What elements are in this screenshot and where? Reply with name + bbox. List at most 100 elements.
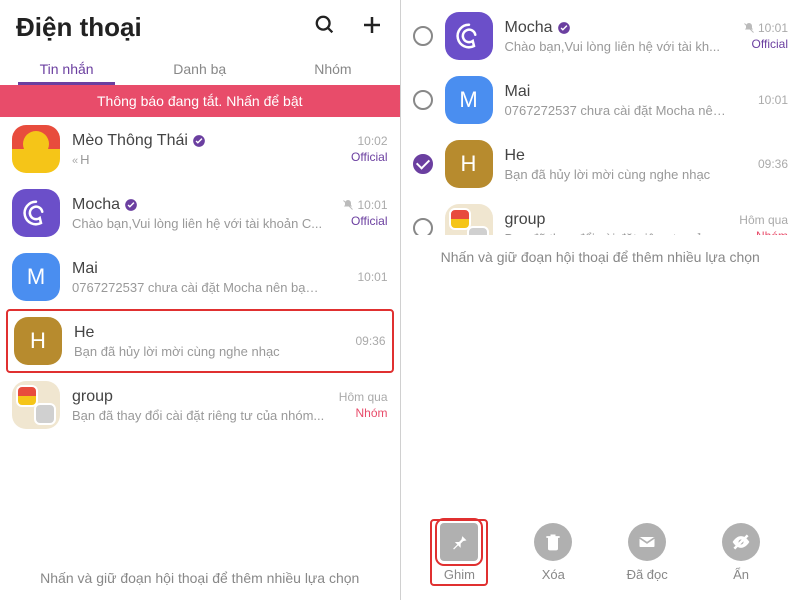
tab-contacts[interactable]: Danh bạ bbox=[133, 51, 266, 85]
chat-time: 10:02 bbox=[338, 134, 388, 148]
chat-item[interactable]: H He Bạn đã hủy lời mời cùng nghe nhạc 0… bbox=[6, 309, 394, 373]
chat-item[interactable]: group Bạn đã thay đổi cài đặt riêng tư c… bbox=[401, 196, 800, 235]
muted-icon bbox=[743, 22, 755, 34]
chat-label: Official bbox=[338, 214, 388, 228]
tabs: Tin nhắn Danh bạ Nhóm bbox=[0, 51, 400, 85]
mail-icon bbox=[628, 523, 666, 561]
chat-body: He Bạn đã hủy lời mời cùng nghe nhạc bbox=[505, 147, 727, 182]
header-actions bbox=[314, 13, 384, 42]
chat-preview: Bạn đã thay đổi cài đặt riêng tư của nhó… bbox=[72, 408, 326, 423]
chat-label: Official bbox=[738, 37, 788, 51]
action-bar: Ghim Xóa Đã đọc Ẩn bbox=[401, 509, 800, 600]
action-trash[interactable]: Xóa bbox=[506, 519, 600, 586]
chat-item[interactable]: group Bạn đã thay đổi cài đặt riêng tư c… bbox=[0, 373, 400, 437]
tab-groups[interactable]: Nhóm bbox=[266, 51, 399, 85]
muted-icon bbox=[342, 199, 354, 211]
chat-time: Hôm qua bbox=[738, 213, 788, 227]
avatar-mocha bbox=[445, 12, 493, 60]
chat-body: He Bạn đã hủy lời mời cùng nghe nhạc bbox=[74, 324, 324, 359]
chat-name: group bbox=[72, 388, 113, 406]
action-eyeoff[interactable]: Ẩn bbox=[694, 519, 788, 586]
chat-label: Nhóm bbox=[338, 406, 388, 420]
action-label: Ẩn bbox=[733, 567, 749, 582]
chat-preview: Chào bạn,Vui lòng liên hệ với tài kh... bbox=[505, 39, 727, 54]
avatar-group bbox=[12, 381, 60, 429]
chat-label: Nhóm bbox=[738, 229, 788, 235]
chat-body: group Bạn đã thay đổi cài đặt riêng tư c… bbox=[72, 388, 326, 423]
chat-name: Mèo Thông Thái bbox=[72, 132, 188, 150]
select-radio[interactable] bbox=[413, 26, 433, 46]
hint-text: Nhấn và giữ đoạn hội thoại để thêm nhiều… bbox=[401, 235, 800, 279]
chat-preview: Bạn đã thay đổi cài đặt riêng tư của... bbox=[505, 231, 727, 235]
chat-meta: 10:01 Official bbox=[338, 198, 388, 228]
chat-name: Mai bbox=[72, 260, 98, 278]
chat-body: Mai 0767272537 chưa cài đặt Mocha nên bạ… bbox=[72, 260, 326, 295]
avatar-letter: H bbox=[445, 140, 493, 188]
avatar-mocha bbox=[12, 189, 60, 237]
hint-text: Nhấn và giữ đoạn hội thoại để thêm nhiều… bbox=[0, 556, 400, 600]
chat-time: 10:01 bbox=[338, 198, 388, 212]
chat-time: Hôm qua bbox=[338, 390, 388, 404]
chat-time: 09:36 bbox=[336, 334, 386, 348]
chat-time: 10:01 bbox=[738, 21, 788, 35]
chat-list-right: Mocha Chào bạn,Vui lòng liên hệ với tài … bbox=[401, 0, 800, 235]
chat-body: Mai 0767272537 chưa cài đặt Mocha nên bạ… bbox=[505, 83, 727, 118]
avatar-letter: M bbox=[12, 253, 60, 301]
chat-list-left: Mèo Thông Thái «H 10:02 Official Mocha C… bbox=[0, 117, 400, 556]
chat-name: He bbox=[74, 324, 94, 342]
chat-preview: Bạn đã hủy lời mời cùng nghe nhạc bbox=[74, 344, 324, 359]
left-screen: Điện thoại Tin nhắn Danh bạ Nhóm Thông b… bbox=[0, 0, 400, 600]
avatar-letter: H bbox=[14, 317, 62, 365]
verified-icon bbox=[124, 198, 138, 212]
chat-time: 10:01 bbox=[738, 93, 788, 107]
trash-icon bbox=[534, 523, 572, 561]
chat-item[interactable]: Mocha Chào bạn,Vui lòng liên hệ với tài … bbox=[401, 4, 800, 68]
chat-body: Mocha Chào bạn,Vui lòng liên hệ với tài … bbox=[72, 196, 326, 231]
search-icon[interactable] bbox=[314, 14, 336, 41]
verified-icon bbox=[557, 21, 571, 35]
add-icon[interactable] bbox=[360, 13, 384, 42]
chat-meta: Hôm qua Nhóm bbox=[738, 213, 788, 235]
chat-body: Mèo Thông Thái «H bbox=[72, 132, 326, 167]
select-radio[interactable] bbox=[413, 90, 433, 110]
verified-icon bbox=[192, 134, 206, 148]
avatar-letter: M bbox=[445, 76, 493, 124]
chat-meta: 10:01 Official bbox=[738, 21, 788, 51]
action-pin[interactable]: Ghim bbox=[413, 519, 507, 586]
right-screen: Mocha Chào bạn,Vui lòng liên hệ với tài … bbox=[401, 0, 800, 600]
chat-item[interactable]: M Mai 0767272537 chưa cài đặt Mocha nên … bbox=[0, 245, 400, 309]
chat-meta: 10:02 Official bbox=[338, 134, 388, 164]
chat-body: group Bạn đã thay đổi cài đặt riêng tư c… bbox=[505, 211, 727, 235]
eyeoff-icon bbox=[722, 523, 760, 561]
page-title: Điện thoại bbox=[16, 12, 142, 43]
chat-item[interactable]: M Mai 0767272537 chưa cài đặt Mocha nên … bbox=[401, 68, 800, 132]
chat-item[interactable]: H He Bạn đã hủy lời mời cùng nghe nhạc 0… bbox=[401, 132, 800, 196]
chat-label: Official bbox=[338, 150, 388, 164]
tab-messages[interactable]: Tin nhắn bbox=[0, 51, 133, 85]
chat-meta: 10:01 bbox=[338, 270, 388, 284]
chat-name: group bbox=[505, 211, 546, 229]
chat-time: 09:36 bbox=[738, 157, 788, 171]
chat-preview: «H bbox=[72, 152, 326, 167]
pin-icon bbox=[440, 523, 478, 561]
avatar-group bbox=[445, 204, 493, 235]
chat-meta: Hôm qua Nhóm bbox=[338, 390, 388, 420]
chat-name: Mocha bbox=[72, 196, 120, 214]
chat-preview: 0767272537 chưa cài đặt Mocha nên bạ... bbox=[505, 103, 727, 118]
header: Điện thoại bbox=[0, 0, 400, 43]
chat-time: 10:01 bbox=[338, 270, 388, 284]
select-radio[interactable] bbox=[413, 218, 433, 235]
notification-banner[interactable]: Thông báo đang tắt. Nhấn để bật bbox=[0, 85, 400, 117]
chat-name: Mocha bbox=[505, 19, 553, 37]
chat-item[interactable]: Mocha Chào bạn,Vui lòng liên hệ với tài … bbox=[0, 181, 400, 245]
action-label: Đã đọc bbox=[627, 567, 668, 582]
chat-name: He bbox=[505, 147, 525, 165]
avatar-iron bbox=[12, 125, 60, 173]
select-radio[interactable] bbox=[413, 154, 433, 174]
action-label: Ghim bbox=[444, 567, 475, 582]
chat-item[interactable]: Mèo Thông Thái «H 10:02 Official bbox=[0, 117, 400, 181]
chat-meta: 09:36 bbox=[336, 334, 386, 348]
chat-preview: Bạn đã hủy lời mời cùng nghe nhạc bbox=[505, 167, 727, 182]
action-mail[interactable]: Đã đọc bbox=[600, 519, 694, 586]
chat-preview: Chào bạn,Vui lòng liên hệ với tài khoản … bbox=[72, 216, 326, 231]
